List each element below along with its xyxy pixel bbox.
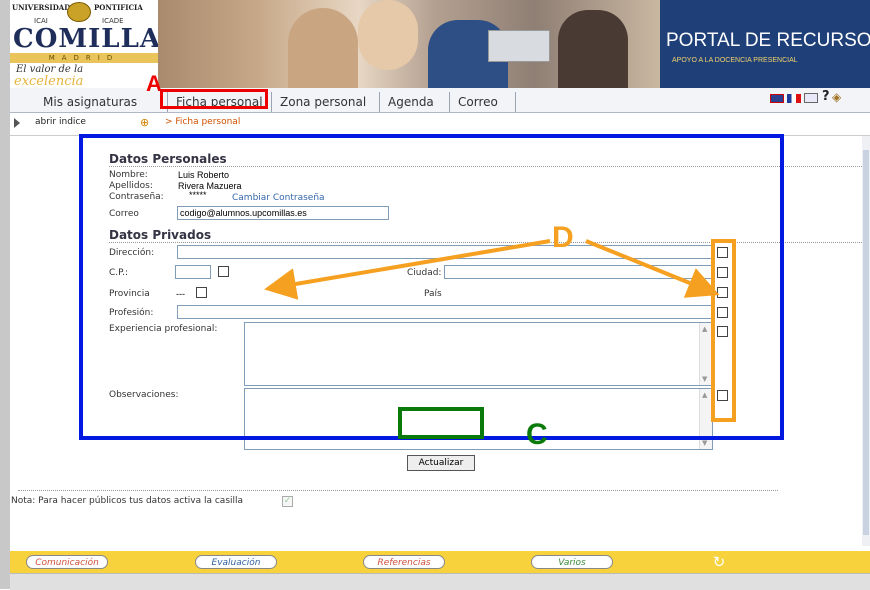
arrow-to-left-checkbox (264, 239, 551, 300)
arrow-to-right-checkbox (585, 239, 720, 298)
annotation-arrows (264, 239, 720, 300)
